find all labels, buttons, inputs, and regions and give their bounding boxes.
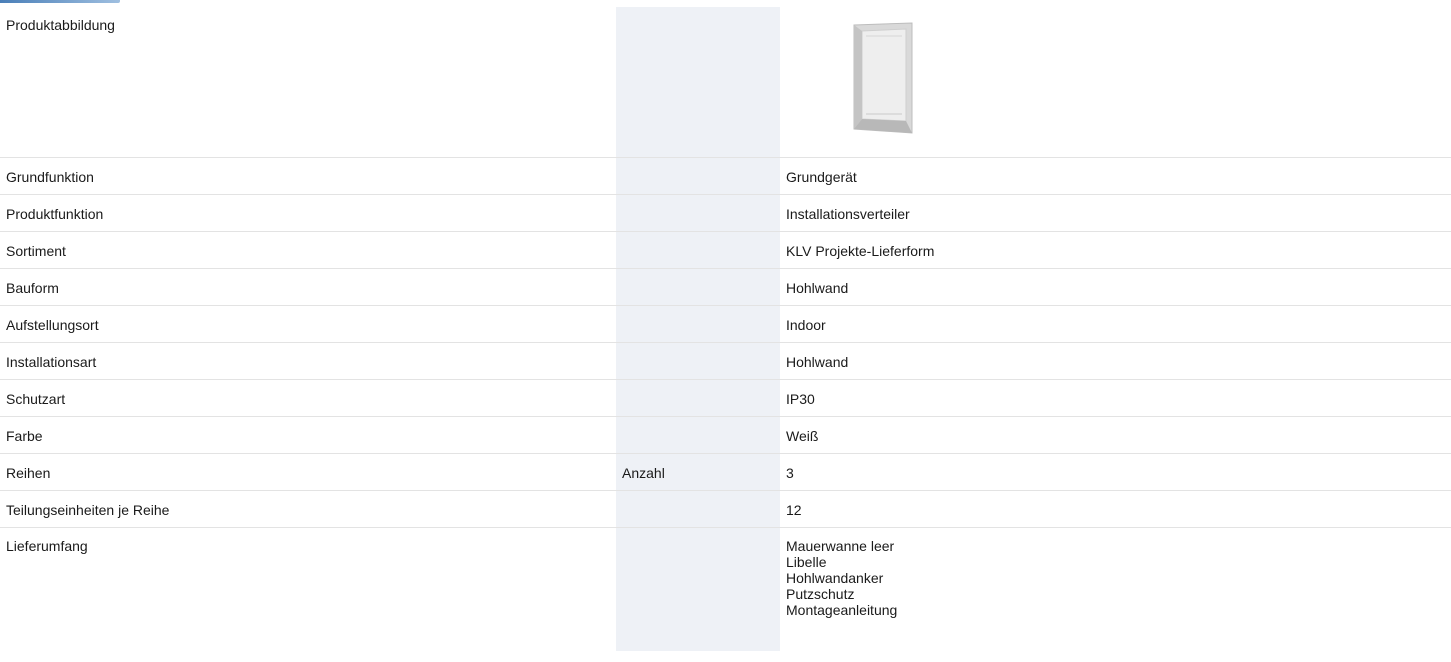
top-accent-bar [0, 0, 120, 3]
table-row: Produktabbildung [0, 7, 1451, 158]
row-value: Grundgerät [780, 157, 1451, 195]
table-row: Lieferumfang Mauerwanne leer Libelle Hoh… [0, 527, 1451, 651]
row-spacer [717, 342, 780, 380]
row-unit [616, 268, 717, 306]
table-row: Teilungseinheiten je Reihe 12 [0, 490, 1451, 528]
table-row: Reihen Anzahl 3 [0, 453, 1451, 491]
row-unit [616, 490, 717, 528]
row-label: Grundfunktion [0, 157, 616, 195]
row-label: Installationsart [0, 342, 616, 380]
row-spacer [717, 7, 780, 158]
row-label: Produktabbildung [0, 7, 616, 158]
row-unit [616, 7, 717, 158]
row-value: Hohlwand [780, 268, 1451, 306]
row-value: Hohlwand [780, 342, 1451, 380]
row-label: Lieferumfang [6, 537, 88, 554]
list-item: Mauerwanne leer [786, 537, 895, 554]
row-spacer [717, 453, 780, 491]
row-unit [616, 416, 717, 454]
row-spacer [717, 379, 780, 417]
row-value: KLV Projekte-Lieferform [780, 231, 1451, 269]
row-unit [616, 194, 717, 232]
row-label: Reihen [0, 453, 616, 491]
list-item: Hohlwandanker [786, 569, 884, 586]
row-label: Aufstellungsort [0, 305, 616, 343]
row-unit: Anzahl [616, 453, 717, 491]
row-value: Weiß [780, 416, 1451, 454]
table-row: Installationsart Hohlwand [0, 342, 1451, 380]
table-row: Schutzart IP30 [0, 379, 1451, 417]
row-unit [616, 527, 717, 651]
table-row: Bauform Hohlwand [0, 268, 1451, 306]
row-spacer [717, 268, 780, 306]
row-label: Sortiment [0, 231, 616, 269]
row-unit [616, 342, 717, 380]
row-spacer [717, 157, 780, 195]
row-label: Produktfunktion [0, 194, 616, 232]
row-label: Schutzart [0, 379, 616, 417]
row-unit [616, 157, 717, 195]
row-spacer [717, 231, 780, 269]
list-item: Putzschutz [786, 585, 855, 602]
table-row: Aufstellungsort Indoor [0, 305, 1451, 343]
list-item: Libelle [786, 553, 827, 570]
row-value-list: Mauerwanne leer Libelle Hohlwandanker Pu… [780, 527, 1451, 651]
row-label: Bauform [0, 268, 616, 306]
table-row: Produktfunktion Installationsverteiler [0, 194, 1451, 232]
row-spacer [717, 416, 780, 454]
row-value: 3 [780, 453, 1451, 491]
table-row: Grundfunktion Grundgerät [0, 157, 1451, 195]
row-spacer [717, 527, 780, 651]
row-spacer [717, 305, 780, 343]
table-row: Sortiment KLV Projekte-Lieferform [0, 231, 1451, 269]
row-unit [616, 305, 717, 343]
row-spacer [717, 194, 780, 232]
row-value [780, 7, 1451, 158]
row-label: Farbe [0, 416, 616, 454]
table-row: Farbe Weiß [0, 416, 1451, 454]
row-value: 12 [780, 490, 1451, 528]
row-value: Indoor [780, 305, 1451, 343]
row-label: Teilungseinheiten je Reihe [0, 490, 616, 528]
list-item: Montageanleitung [786, 601, 898, 618]
row-spacer [717, 490, 780, 528]
product-spec-table: Produktabbildung Grundfunktion Grundgerä… [0, 7, 1451, 651]
row-unit [616, 379, 717, 417]
row-unit [616, 231, 717, 269]
row-value: IP30 [780, 379, 1451, 417]
delivery-scope-list: Mauerwanne leer Libelle Hohlwandanker Pu… [786, 538, 1445, 618]
product-image [853, 22, 913, 134]
row-value: Installationsverteiler [780, 194, 1451, 232]
